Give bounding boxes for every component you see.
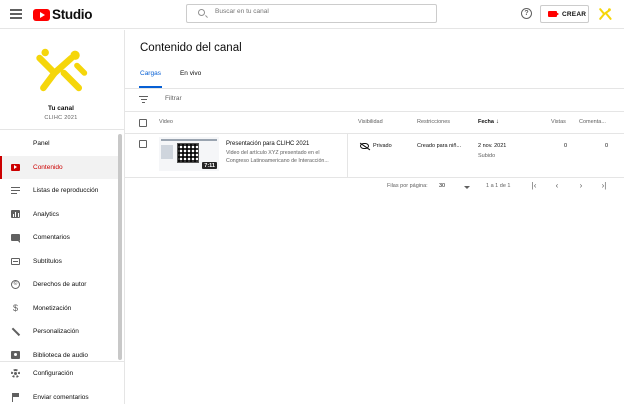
sidebar-item-settings[interactable]: Configuración — [0, 362, 124, 386]
date-value: 2 nov. 2021 — [478, 143, 506, 149]
date-status: Subido — [478, 153, 495, 159]
last-page-button[interactable]: ›| — [599, 181, 609, 190]
select-all-checkbox[interactable] — [139, 119, 147, 127]
sidebar-item-label: Contenido — [33, 164, 63, 171]
sidebar-item-content[interactable]: Contenido — [0, 156, 118, 180]
channel-title: Tu canal — [0, 105, 122, 112]
sidebar-item-label: Panel — [33, 140, 50, 147]
column-visibility: Visibilidad — [358, 119, 383, 125]
sidebar-item-label: Subtítulos — [33, 258, 62, 265]
video-thumbnail[interactable]: 7:11 — [159, 137, 219, 171]
column-comments: Comenta... — [579, 119, 606, 125]
rows-per-page-label: Filas por página: — [387, 183, 428, 189]
logo-text: Studio — [52, 7, 92, 22]
sidebar-item-label: Configuración — [33, 370, 73, 377]
help-icon[interactable]: ? — [521, 8, 532, 19]
audio-library-icon — [11, 351, 20, 360]
column-date[interactable]: Fecha↓ — [478, 119, 499, 125]
page-range: 1 a 1 de 1 — [486, 183, 510, 189]
divider — [125, 88, 624, 89]
sidebar-bottom: Configuración Enviar comentarios — [0, 361, 124, 409]
video-duration: 7:11 — [202, 162, 217, 169]
subtitles-icon — [11, 257, 20, 266]
table-row[interactable]: 7:11 Presentación para CLIHC 2021 Video … — [125, 134, 624, 178]
divider — [0, 129, 124, 130]
page-title: Contenido del canal — [140, 42, 242, 54]
studio-logo[interactable]: Studio — [33, 7, 92, 22]
table-header: Video Visibilidad Restricciones Fecha↓ V… — [125, 112, 624, 134]
row-checkbox[interactable] — [139, 140, 147, 148]
content-tabs: Cargas En vivo — [140, 70, 220, 88]
main-content: Contenido del canal Cargas En vivo Filtr… — [125, 30, 624, 404]
search-input[interactable] — [215, 8, 425, 15]
menu-icon[interactable] — [10, 9, 22, 19]
channel-avatar[interactable] — [34, 45, 90, 101]
sort-down-icon: ↓ — [496, 119, 499, 125]
search-icon — [198, 9, 205, 16]
sidebar-item-monetization[interactable]: $ Monetización — [0, 297, 118, 321]
first-page-button[interactable]: |‹ — [529, 181, 539, 190]
search-box[interactable] — [186, 4, 437, 23]
column-views: Vistas — [551, 119, 566, 125]
feedback-icon — [11, 393, 20, 402]
sidebar-item-label: Derechos de autor — [33, 281, 86, 288]
playlist-icon — [11, 186, 20, 195]
sidebar-item-subtitles[interactable]: Subtítulos — [0, 250, 118, 274]
column-restrictions: Restricciones — [417, 119, 450, 125]
sidebar-item-label: Enviar comentarios — [33, 394, 89, 401]
eye-off-icon[interactable] — [360, 143, 369, 149]
pagination: Filas por página: 30 1 a 1 de 1 |‹ ‹ › ›… — [125, 182, 624, 196]
views-value: 0 — [564, 143, 567, 149]
youtube-logo-icon — [33, 9, 50, 21]
caret-down-icon[interactable] — [464, 186, 470, 189]
video-description: Video del artículo XYZ presentado en el … — [226, 150, 341, 165]
visibility-value[interactable]: Privado — [373, 143, 392, 149]
tab-uploads[interactable]: Cargas — [140, 70, 161, 88]
sidebar-item-label: Analytics — [33, 211, 59, 218]
video-title[interactable]: Presentación para CLIHC 2021 — [226, 141, 309, 147]
analytics-icon — [11, 210, 20, 219]
tab-live[interactable]: En vivo — [180, 70, 201, 88]
channel-name: CLIHC 2021 — [0, 115, 122, 121]
comments-value: 0 — [605, 143, 608, 149]
sidebar-item-label: Monetización — [33, 305, 71, 312]
sidebar-item-label: Biblioteca de audio — [33, 352, 88, 359]
gear-icon — [11, 369, 20, 378]
sidebar-item-label: Comentarios — [33, 234, 70, 241]
copyright-icon: © — [11, 280, 20, 289]
sidebar-item-label: Personalización — [33, 328, 79, 335]
dollar-icon: $ — [11, 304, 20, 313]
sidebar: Tu canal CLIHC 2021 Panel Contenido List… — [0, 30, 125, 404]
sidebar-item-label: Listas de reproducción — [33, 187, 98, 194]
top-bar: Studio ? CREAR — [0, 0, 624, 29]
create-label: CREAR — [562, 11, 586, 18]
comments-icon — [11, 233, 20, 242]
dashboard-icon — [11, 139, 20, 148]
sidebar-scrollbar[interactable] — [118, 134, 122, 360]
filter-input[interactable]: Filtrar — [165, 95, 182, 102]
magic-wand-icon — [11, 327, 20, 336]
content-icon — [11, 163, 20, 172]
sidebar-item-copyright[interactable]: © Derechos de autor — [0, 273, 118, 297]
sidebar-item-comments[interactable]: Comentarios — [0, 226, 118, 250]
column-video: Video — [159, 119, 173, 125]
account-avatar[interactable] — [597, 6, 613, 22]
sidebar-item-panel[interactable]: Panel — [0, 132, 118, 156]
sidebar-item-feedback[interactable]: Enviar comentarios — [0, 386, 124, 409]
filter-icon[interactable] — [139, 96, 148, 105]
divider — [347, 134, 348, 178]
sidebar-item-playlists[interactable]: Listas de reproducción — [0, 179, 118, 203]
next-page-button[interactable]: › — [576, 181, 586, 190]
rows-per-page-select[interactable]: 30 — [439, 183, 445, 189]
column-date-label: Fecha — [478, 119, 494, 125]
sidebar-item-customization[interactable]: Personalización — [0, 320, 118, 344]
previous-page-button[interactable]: ‹ — [552, 181, 562, 190]
video-camera-icon — [548, 11, 557, 17]
sidebar-nav: Panel Contenido Listas de reproducción A… — [0, 132, 118, 367]
sidebar-item-analytics[interactable]: Analytics — [0, 203, 118, 227]
create-button[interactable]: CREAR — [540, 5, 589, 23]
restrictions-value[interactable]: Creado para niñ... — [417, 143, 461, 149]
